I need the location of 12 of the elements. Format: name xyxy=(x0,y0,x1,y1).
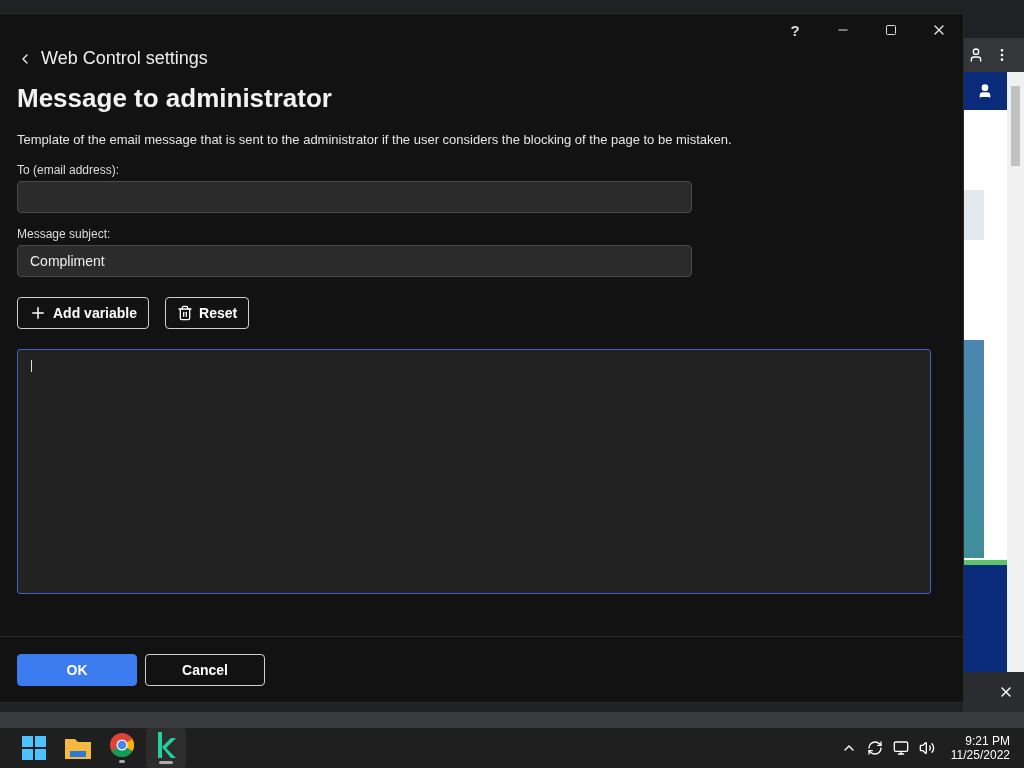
text-field[interactable]: Compliment xyxy=(17,245,692,277)
cancel-button[interactable]: Cancel xyxy=(145,653,265,686)
clock[interactable]: 9:21 PM 11/25/2022 xyxy=(950,734,1010,762)
add-variable-button[interactable]: Add variable xyxy=(17,297,150,329)
ok-button[interactable]: OK xyxy=(17,653,137,686)
description: Template of the email message that is sent to the administrator if the user considers the blocking of the page to be mistaken. xyxy=(17,132,733,147)
reset-button[interactable]: Reset xyxy=(165,297,250,329)
field-label: Message subject: xyxy=(17,227,112,241)
field-label: To (email address): xyxy=(17,163,121,177)
help-button[interactable]: ? xyxy=(771,14,819,46)
back-link[interactable]: Web Control settings xyxy=(17,48,208,69)
page-title: Message to administrator xyxy=(17,83,333,114)
